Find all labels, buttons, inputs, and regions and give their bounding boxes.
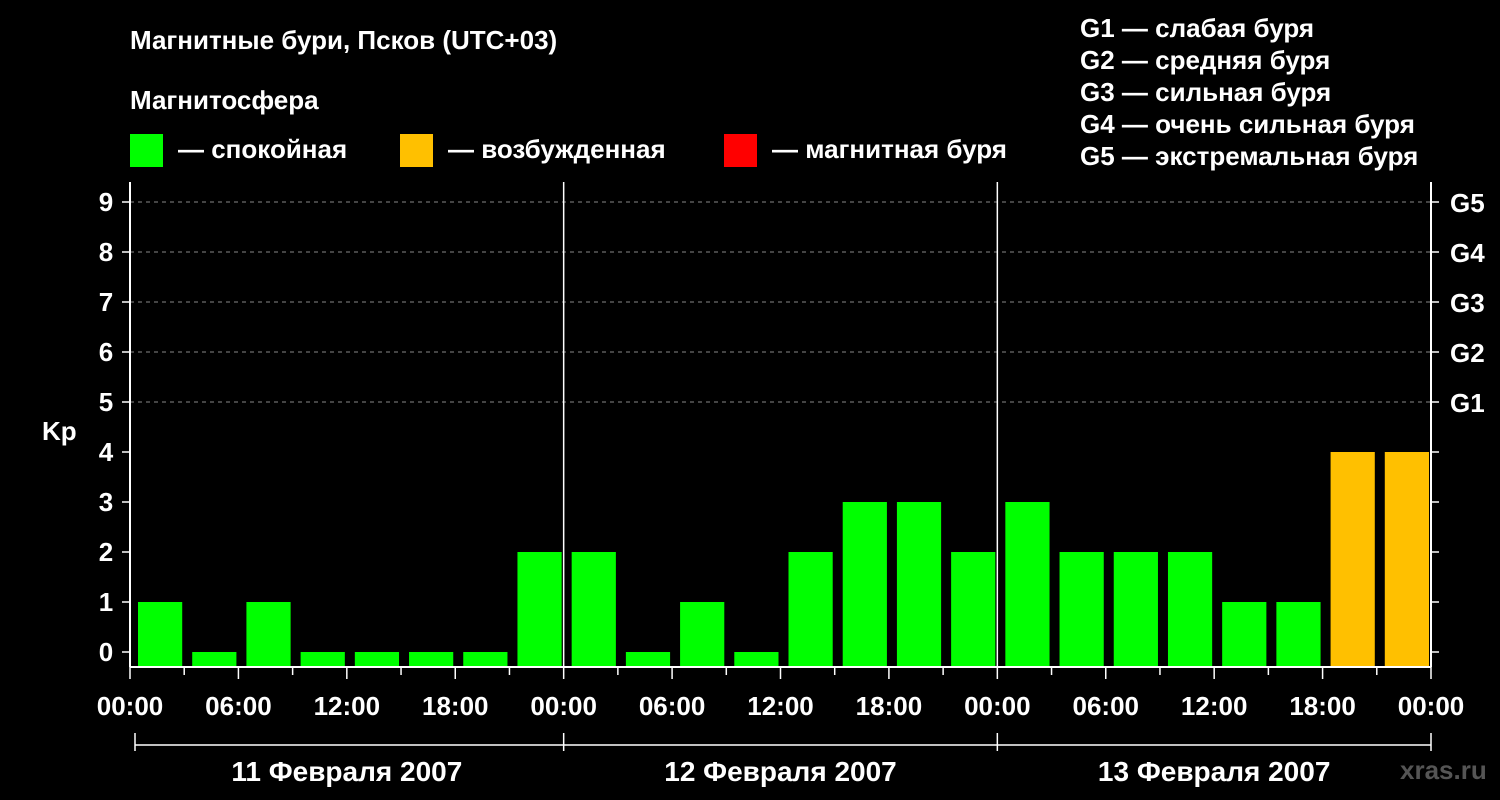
x-tick-labels: 00:00 06:00 12:00 18:00 00:00 06:00 12:00 18:00… [97, 691, 1465, 721]
bar-19 [1167, 552, 1213, 667]
x-tick-label-3: 18:00 [422, 691, 489, 721]
date-label-2: 13 Февраля 2007 [1098, 756, 1330, 787]
kp-chart: Магнитные бури, Псков (UTC+03) Магнитосф… [42, 13, 1487, 787]
chart-subtitle: Магнитосфера [130, 85, 319, 115]
y-tick-label-4: 4 [99, 437, 114, 467]
x-tick-label-1: 06:00 [205, 691, 272, 721]
x-tick-label-0: 00:00 [97, 691, 164, 721]
chart-title: Магнитные бури, Псков (UTC+03) [130, 25, 557, 55]
date-label-0: 11 Февраля 2007 [231, 756, 462, 787]
legend-label-storm: — магнитная буря [772, 134, 1007, 164]
bar-5 [409, 652, 454, 667]
x-tick-label-2: 12:00 [314, 691, 381, 721]
y-axis-label: Kp [42, 416, 77, 446]
g-legend-item-g3: G3 — сильная буря [1080, 77, 1331, 107]
x-tick-label-5: 06:00 [639, 691, 706, 721]
bar-0 [138, 602, 183, 667]
legend-label-active: — возбужденная [448, 134, 666, 164]
x-tick-label-11: 18:00 [1289, 691, 1356, 721]
y-tick-label-6: 6 [99, 337, 113, 367]
g-legend-item-g1: G1 — слабая буря [1080, 13, 1314, 43]
bar-13 [842, 502, 887, 667]
bar-1 [192, 652, 237, 667]
y-tick-label-9: 9 [99, 187, 113, 217]
bar-2 [246, 602, 291, 667]
g-legend-item-g5: G5 — экстремальная буря [1080, 141, 1418, 171]
g-legend-item-g4: G4 — очень сильная буря [1080, 109, 1415, 139]
legend-swatch-storm [724, 134, 757, 167]
g-tick-label-g5: G5 [1450, 188, 1485, 218]
bar-14 [896, 502, 942, 667]
bar-8 [571, 552, 616, 667]
bar-4 [354, 652, 400, 667]
date-label-1: 12 Февраля 2007 [664, 756, 896, 787]
bar-7 [517, 552, 562, 667]
g-tick-label-g3: G3 [1450, 288, 1485, 318]
x-tick-label-8: 00:00 [964, 691, 1031, 721]
legend-label-quiet: — спокойная [178, 134, 347, 164]
bar-11 [734, 652, 779, 667]
y-tick-label-8: 8 [99, 237, 113, 267]
color-legend: — спокойная — возбужденная — магнитная б… [130, 134, 1007, 167]
bar-10 [680, 602, 725, 667]
bar-22 [1330, 452, 1375, 667]
g-tick-label-g4: G4 [1450, 238, 1485, 268]
x-tick-label-7: 18:00 [856, 691, 923, 721]
y-tick-label-7: 7 [99, 287, 113, 317]
bar-3 [300, 652, 345, 667]
legend-swatch-quiet [130, 134, 163, 167]
bar-12 [788, 552, 833, 667]
y-tick-label-5: 5 [99, 387, 113, 417]
bars [138, 452, 1429, 667]
g-scale-legend: G1 — слабая буря G2 — средняя буря G3 — … [1080, 13, 1418, 171]
y-tick-label-1: 1 [99, 587, 113, 617]
bar-16 [1005, 502, 1050, 667]
x-tick-label-4: 00:00 [530, 691, 597, 721]
y-tick-label-2: 2 [99, 537, 113, 567]
bar-17 [1059, 552, 1104, 667]
bar-15 [951, 552, 996, 667]
x-tick-label-12: 00:00 [1398, 691, 1465, 721]
y-tick-label-0: 0 [99, 637, 113, 667]
bar-18 [1113, 552, 1158, 667]
watermark: xras.ru [1400, 755, 1487, 785]
legend-swatch-active [400, 134, 433, 167]
x-tick-label-9: 06:00 [1073, 691, 1140, 721]
g-tick-label-g1: G1 [1450, 388, 1485, 418]
y-tick-label-3: 3 [99, 487, 113, 517]
grid-lines [130, 201, 1431, 403]
g-tick-label-g2: G2 [1450, 338, 1485, 368]
date-labels: 11 Февраля 2007 12 Февраля 2007 13 Февраля… [231, 756, 1330, 787]
x-tick-label-6: 12:00 [747, 691, 814, 721]
bar-23 [1384, 452, 1429, 667]
x-tick-label-10: 12:00 [1181, 691, 1248, 721]
y-tick-labels: 0 1 2 3 4 5 6 7 8 9 [99, 187, 114, 667]
bar-20 [1222, 602, 1267, 667]
bar-6 [463, 652, 508, 667]
bar-9 [625, 652, 671, 667]
bar-21 [1276, 602, 1321, 667]
g-tick-labels: G1 G2 G3 G4 G5 [1450, 188, 1485, 418]
g-legend-item-g2: G2 — средняя буря [1080, 45, 1330, 75]
